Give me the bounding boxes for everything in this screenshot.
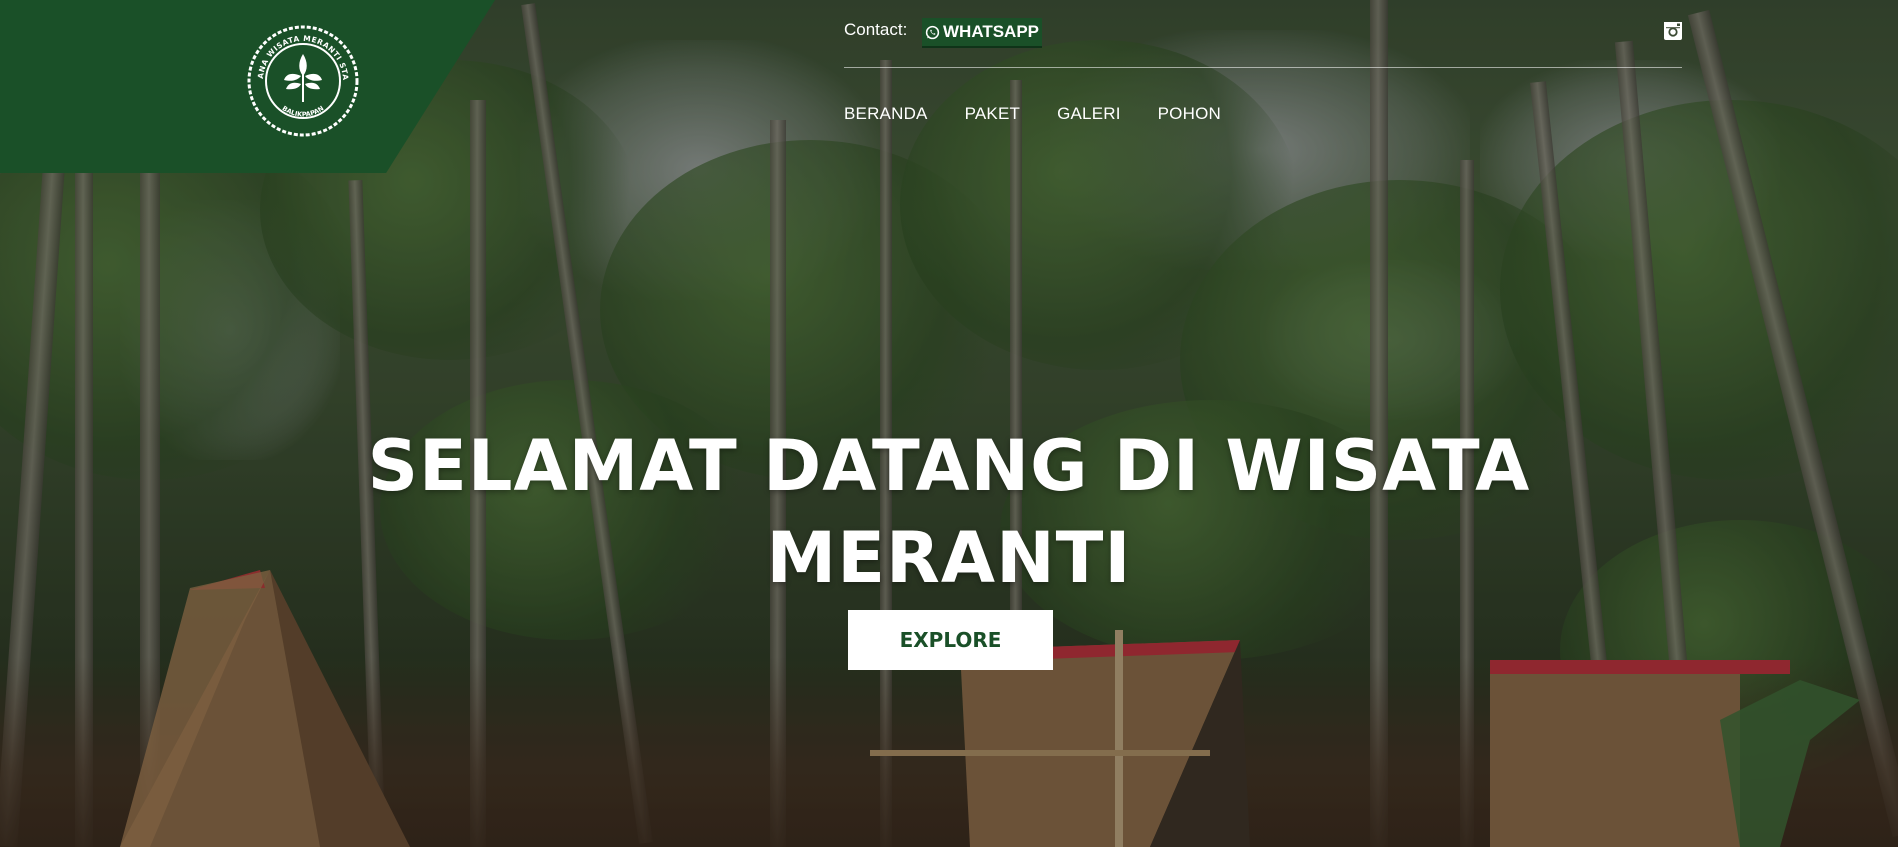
svg-text:BALIKPAPAN: BALIKPAPAN bbox=[281, 104, 326, 118]
nav-item-pohon[interactable]: POHON bbox=[1158, 104, 1221, 124]
main-nav: BERANDA PAKET GALERI POHON bbox=[844, 104, 1221, 124]
explore-button[interactable]: EXPLORE bbox=[848, 610, 1053, 670]
logo-ring-text: WANA WISATA MERANTI STAN bbox=[246, 24, 350, 81]
svg-text:WANA WISATA MERANTI STAN: WANA WISATA MERANTI STAN bbox=[246, 24, 350, 81]
site-logo[interactable]: WANA WISATA MERANTI STAN BALIKPAPAN bbox=[246, 24, 360, 138]
contact-label: Contact: bbox=[844, 20, 908, 39]
logo-bottom-text: BALIKPAPAN bbox=[281, 104, 326, 118]
hero-title-line-2: MERANTI bbox=[766, 517, 1132, 599]
whatsapp-button[interactable]: WHATSAPP bbox=[922, 18, 1043, 48]
header-divider bbox=[844, 67, 1682, 68]
instagram-icon bbox=[1664, 22, 1682, 40]
hero-title-line-1: SELAMAT DATANG DI WISATA bbox=[367, 425, 1531, 507]
nav-item-galeri[interactable]: GALERI bbox=[1057, 104, 1121, 124]
whatsapp-icon bbox=[925, 25, 940, 39]
nav-item-paket[interactable]: PAKET bbox=[965, 104, 1020, 124]
instagram-button[interactable] bbox=[1663, 21, 1683, 41]
hero-title: SELAMAT DATANG DI WISATA MERANTI bbox=[349, 420, 1549, 604]
whatsapp-label: WHATSAPP bbox=[943, 22, 1040, 41]
nav-item-beranda[interactable]: BERANDA bbox=[844, 104, 928, 124]
